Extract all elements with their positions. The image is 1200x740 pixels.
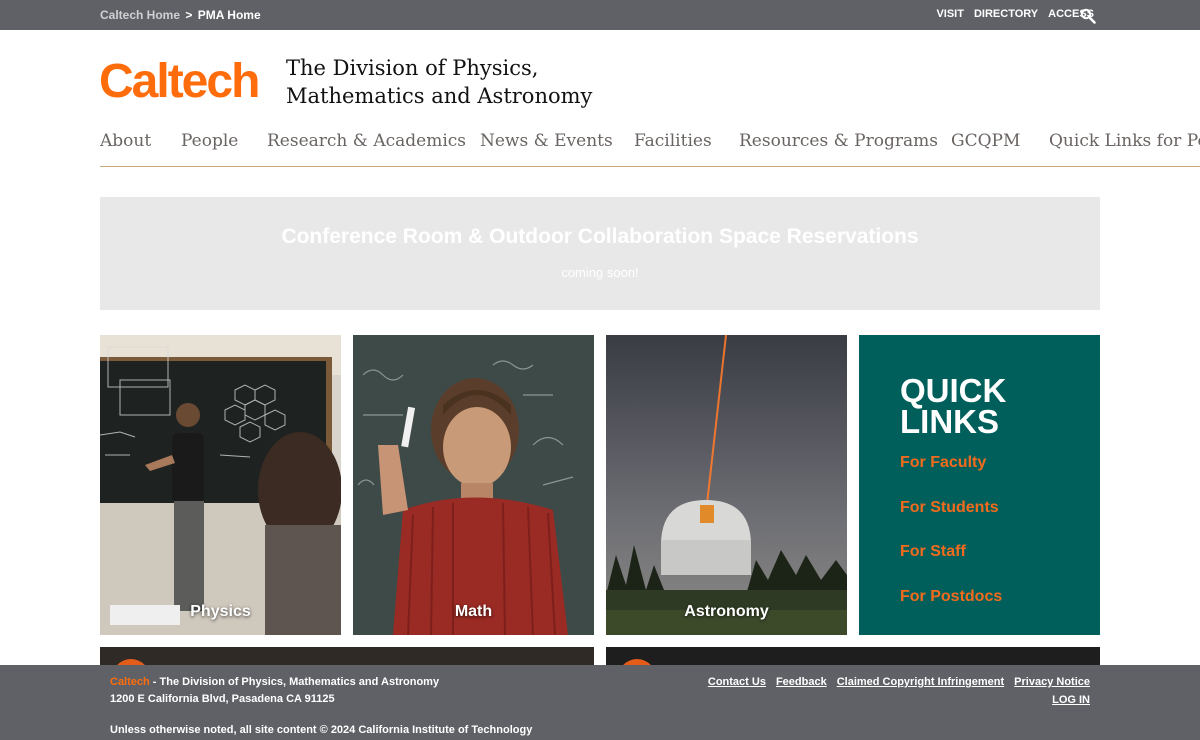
quick-link-staff[interactable]: For Staff: [900, 543, 966, 561]
search-icon[interactable]: [1080, 8, 1096, 24]
login-link[interactable]: LOG IN: [1052, 694, 1090, 706]
breadcrumb: Caltech Home > PMA Home: [100, 8, 261, 22]
division-title-line2: Mathematics and Astronomy: [286, 84, 593, 108]
astronomy-tile[interactable]: Astronomy: [606, 335, 847, 635]
nav-item-about[interactable]: About: [100, 131, 151, 151]
nav-item-gcqpm[interactable]: GCQPM: [951, 131, 1020, 151]
nav-item-research-academics[interactable]: Research & Academics: [267, 131, 466, 151]
physics-photo: [100, 335, 341, 635]
math-photo: [353, 335, 594, 635]
top-utility-bar: Caltech Home > PMA Home VISIT DIRECTORY …: [0, 0, 1200, 30]
quick-link-postdocs[interactable]: For Postdocs: [900, 588, 1002, 606]
feedback-link[interactable]: Feedback: [776, 676, 827, 688]
breadcrumb-pma-home[interactable]: PMA Home: [198, 8, 261, 22]
breadcrumb-separator: >: [185, 8, 193, 22]
quick-link-students[interactable]: For Students: [900, 499, 999, 517]
privacy-notice-link[interactable]: Privacy Notice: [1014, 676, 1090, 688]
division-title-line1: The Division of Physics,: [286, 56, 539, 80]
footer-caltech-link[interactable]: Caltech: [110, 676, 150, 688]
footer-title: Caltech - The Division of Physics, Mathe…: [110, 676, 439, 688]
site-footer: Caltech - The Division of Physics, Mathe…: [0, 665, 1200, 740]
main-nav: About People Research & Academics News &…: [100, 131, 1200, 167]
math-tile[interactable]: Math: [353, 335, 594, 635]
quick-links-box: QUICK LINKS For Faculty For Students For…: [859, 335, 1100, 635]
quick-links-title-line1: QUICK: [900, 372, 1007, 409]
caltech-logo[interactable]: Caltech: [99, 54, 260, 110]
copyright-infringement-link[interactable]: Claimed Copyright Infringement: [837, 676, 1004, 688]
visit-link[interactable]: VISIT: [936, 8, 964, 20]
physics-label: Physics: [190, 603, 251, 620]
utility-links: VISIT DIRECTORY ACCESS: [936, 8, 1094, 20]
footer-address: 1200 E California Blvd, Pasadena CA 9112…: [110, 693, 335, 705]
division-title[interactable]: The Division of Physics, Mathematics and…: [286, 54, 606, 110]
reservations-banner[interactable]: Conference Room & Outdoor Collaboration …: [100, 197, 1100, 310]
contact-us-link[interactable]: Contact Us: [708, 676, 766, 688]
footer-links: Contact Us Feedback Claimed Copyright In…: [708, 676, 1090, 688]
astronomy-label: Astronomy: [684, 603, 769, 620]
nav-item-resources-programs[interactable]: Resources & Programs: [739, 131, 938, 151]
quick-link-faculty[interactable]: For Faculty: [900, 454, 986, 472]
nav-item-quick-links-postdocs[interactable]: Quick Links for Postdocs: [1049, 131, 1200, 151]
footer-copyright: Unless otherwise noted, all site content…: [110, 724, 533, 736]
footer-division-name: - The Division of Physics, Mathematics a…: [149, 676, 440, 688]
banner-title: Conference Room & Outdoor Collaboration …: [281, 225, 919, 248]
physics-tile[interactable]: Physics: [100, 335, 341, 635]
astronomy-photo: [606, 335, 847, 635]
breadcrumb-caltech-home[interactable]: Caltech Home: [100, 8, 180, 22]
directory-link[interactable]: DIRECTORY: [974, 8, 1038, 20]
nav-item-news-events[interactable]: News & Events: [480, 131, 613, 151]
quick-links-title-line2: LINKS: [900, 403, 999, 440]
banner-subtitle: coming soon!: [561, 265, 639, 280]
nav-item-facilities[interactable]: Facilities: [634, 131, 712, 151]
nav-item-people[interactable]: People: [181, 131, 238, 151]
quick-links-title: QUICK LINKS: [900, 372, 1007, 440]
math-label: Math: [454, 603, 493, 620]
